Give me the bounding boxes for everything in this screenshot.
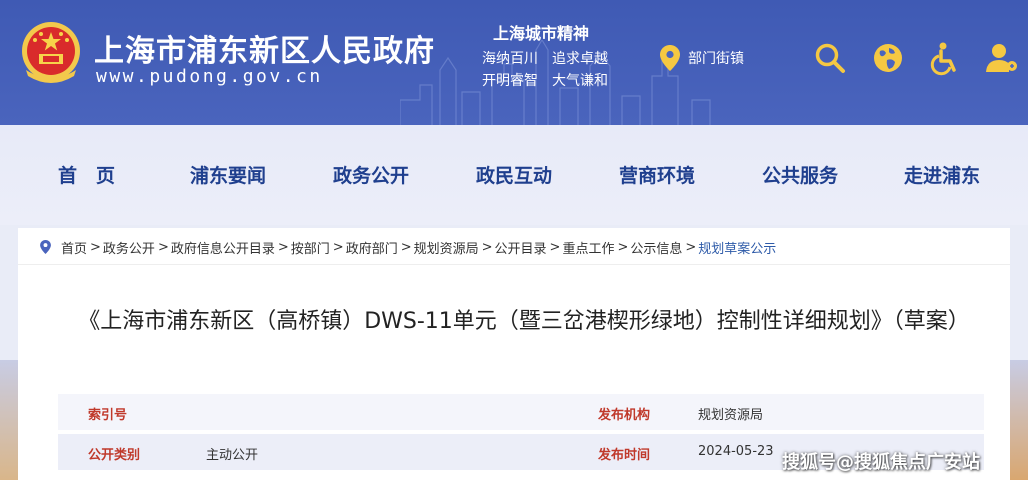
nav-item-business[interactable]: 营商环境 — [619, 161, 695, 188]
search-icon[interactable] — [812, 40, 848, 76]
site-url: www.pudong.gov.cn — [96, 66, 323, 87]
breadcrumb-item[interactable]: 政务公开 — [103, 238, 155, 257]
meta-label-publish-date: 发布时间 — [598, 448, 651, 463]
breadcrumb-item[interactable]: 按部门 — [291, 238, 330, 257]
meta-label-index: 索引号 — [88, 408, 128, 423]
nav-item-public-service[interactable]: 公共服务 — [762, 161, 838, 188]
divider — [18, 264, 1010, 265]
location-pin-icon — [660, 45, 680, 71]
city-spirit-title: 上海城市精神 — [493, 24, 590, 43]
breadcrumb-separator: > — [617, 239, 629, 255]
breadcrumb-separator: > — [685, 239, 697, 255]
meta-value-publish-date: 2024-05-23 — [698, 444, 774, 459]
city-spirit-line: 海纳百川 追求卓越 — [482, 51, 608, 67]
breadcrumb: 首页 > 政务公开 > 政府信息公开目录 > 按部门 > 政府部门 > 规划资源… — [40, 236, 776, 258]
meta-label-category: 公开类别 — [88, 448, 141, 463]
nav-item-interaction[interactable]: 政民互动 — [476, 161, 552, 188]
breadcrumb-separator: > — [277, 239, 289, 255]
meta-label-publisher: 发布机构 — [598, 408, 651, 423]
nav-item-pudong-news[interactable]: 浦东要闻 — [190, 161, 266, 188]
meta-value-category: 主动公开 — [206, 448, 259, 463]
site-header: 上海市浦东新区人民政府 www.pudong.gov.cn 上海城市精神 海纳百… — [0, 0, 1028, 125]
accessibility-icon[interactable] — [928, 40, 964, 76]
side-decoration — [0, 360, 18, 480]
breadcrumb-separator: > — [90, 239, 101, 255]
city-spirit-line: 开明睿智 大气谦和 — [482, 73, 608, 89]
breadcrumb-item[interactable]: 政府部门 — [346, 238, 398, 257]
breadcrumb-item[interactable]: 公示信息 — [630, 238, 682, 257]
department-town-button[interactable]: 部门街镇 — [660, 44, 744, 72]
nav-item-home[interactable]: 首 页 — [58, 161, 115, 188]
breadcrumb-separator: > — [157, 239, 169, 255]
side-decoration — [1010, 360, 1028, 480]
content-panel: 首页 > 政务公开 > 政府信息公开目录 > 按部门 > 政府部门 > 规划资源… — [18, 228, 1010, 480]
site-title[interactable]: 上海市浦东新区人民政府 — [94, 26, 435, 70]
breadcrumb-item[interactable]: 首页 — [61, 238, 87, 257]
breadcrumb-item[interactable]: 重点工作 — [562, 238, 614, 257]
breadcrumb-item-current[interactable]: 规划草案公示 — [698, 238, 776, 257]
breadcrumb-item[interactable]: 公开目录 — [495, 238, 547, 257]
breadcrumb-separator: > — [549, 239, 561, 255]
watermark-text: 搜狐号@搜狐焦点广安站 — [782, 452, 980, 473]
main-nav: 首 页 浦东要闻 政务公开 政民互动 营商环境 公共服务 走进浦东 — [0, 125, 1028, 225]
national-emblem-icon — [22, 22, 80, 83]
breadcrumb-separator: > — [481, 239, 493, 255]
breadcrumb-item[interactable]: 政府信息公开目录 — [171, 238, 275, 257]
document-title: 《上海市浦东新区（高桥镇）DWS-11单元（暨三岔港楔形绿地）控制性详细规划》（… — [78, 309, 970, 334]
user-icon[interactable] — [984, 40, 1020, 76]
location-pin-icon — [40, 240, 51, 254]
breadcrumb-separator: > — [400, 239, 412, 255]
breadcrumb-item[interactable]: 规划资源局 — [414, 238, 479, 257]
nav-item-gov-affairs[interactable]: 政务公开 — [333, 161, 409, 188]
meta-value-publisher: 规划资源局 — [698, 408, 764, 423]
globe-icon[interactable] — [870, 40, 906, 76]
breadcrumb-separator: > — [332, 239, 344, 255]
department-town-label: 部门街镇 — [688, 51, 744, 67]
nav-item-about-pudong[interactable]: 走进浦东 — [904, 161, 980, 188]
meta-row: 索引号 发布机构 规划资源局 — [58, 394, 984, 430]
